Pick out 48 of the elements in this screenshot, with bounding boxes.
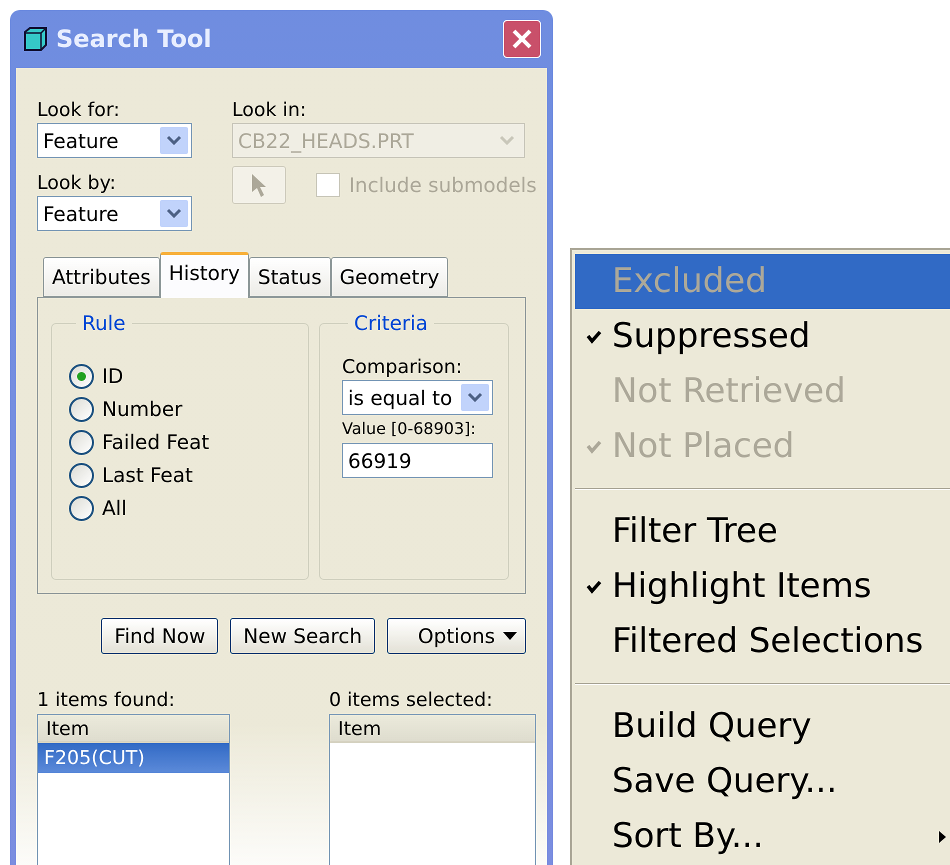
dropdown-field[interactable]: is equal to <box>342 380 493 415</box>
radio-option[interactable]: Last Feat <box>69 463 308 487</box>
radio-button[interactable] <box>69 364 94 388</box>
checkbox-label: Include submodels <box>349 172 537 199</box>
tab[interactable]: Geometry <box>330 257 448 297</box>
field-label: Look in: <box>232 98 308 123</box>
radio-option[interactable]: ID <box>69 364 308 388</box>
close-icon <box>511 28 533 50</box>
field-label: Comparison: <box>342 355 464 380</box>
menu-item[interactable]: Filter Tree <box>575 504 950 559</box>
close-button[interactable] <box>503 20 541 58</box>
dropdown-field[interactable]: Feature <box>37 196 192 231</box>
menu-item[interactable]: Build Query <box>575 699 950 754</box>
menu-item[interactable]: Sort By... <box>575 809 950 864</box>
value-field[interactable]: 66919 <box>342 443 493 478</box>
list-label: 0 items selected: <box>329 688 494 713</box>
menu-item[interactable]: Highlight Items <box>575 559 950 614</box>
submenu-arrow-icon <box>939 830 946 842</box>
menu-item[interactable]: Save Query... <box>575 754 950 809</box>
triangle-down-icon <box>503 632 518 640</box>
chevron-down-icon <box>461 384 489 411</box>
radio-button[interactable] <box>69 496 94 520</box>
radio-option[interactable]: Failed Feat <box>69 430 308 454</box>
column-header[interactable]: Item <box>38 715 229 743</box>
field-label: Look for: <box>37 98 121 123</box>
cube-icon <box>22 26 48 52</box>
menu-item[interactable]: Filtered Selections <box>575 614 950 669</box>
radio-button[interactable] <box>69 430 94 454</box>
list-row[interactable]: F205(CUT) <box>38 743 229 773</box>
tab[interactable]: History <box>160 252 249 298</box>
dialog-button[interactable]: New Search <box>230 618 375 654</box>
column-header[interactable]: Item <box>330 715 535 743</box>
field-label: Look by: <box>37 171 117 196</box>
radio-option[interactable]: Number <box>69 397 308 421</box>
tab[interactable]: Status <box>248 257 331 297</box>
field-label: Value [0-68903]: <box>342 418 476 440</box>
menu-item[interactable]: Suppressed <box>575 309 950 364</box>
dropdown-field[interactable]: Feature <box>37 123 192 158</box>
list-label: 1 items found: <box>37 688 176 713</box>
tab[interactable]: Attributes <box>43 257 160 297</box>
radio-option[interactable]: All <box>69 496 308 520</box>
chevron-down-icon <box>160 127 188 154</box>
radio-button[interactable] <box>69 462 94 488</box>
chevron-down-icon <box>160 200 188 227</box>
radio-button[interactable] <box>69 396 94 422</box>
dialog-button[interactable]: Find Now <box>101 618 218 654</box>
window-title: Search Tool <box>56 24 213 55</box>
options-button[interactable]: Options <box>387 618 526 654</box>
